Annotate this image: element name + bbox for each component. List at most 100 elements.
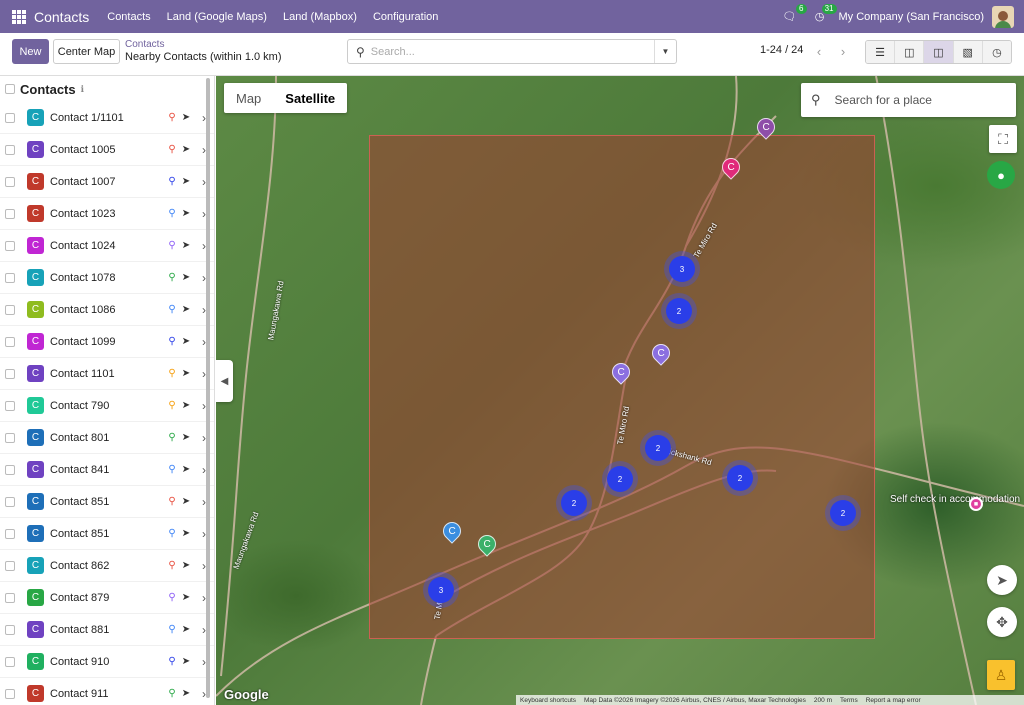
satellite-map[interactable]: Te Miro Rd Te Miro Rd Cruickshank Rd Te … [216,76,1024,705]
chevron-right-icon[interactable]: › [194,527,214,541]
map-pin-icon[interactable]: ⚲ [166,592,178,603]
chevron-right-icon[interactable]: › [194,623,214,637]
map-pin-icon[interactable]: ⚲ [166,432,178,443]
chevron-right-icon[interactable]: › [194,399,214,413]
contact-name[interactable]: Contact 851 [50,528,166,540]
place-label[interactable]: Self check in accommodation [890,494,1020,506]
select-all-checkbox[interactable] [5,84,15,94]
report-error-link[interactable]: Report a map error [866,697,921,704]
row-checkbox[interactable] [5,368,15,379]
contact-name[interactable]: Contact 1/1101 [50,112,166,124]
terms-link[interactable]: Terms [840,697,858,704]
list-view-button[interactable]: ☰ [866,41,896,63]
chevron-right-icon[interactable]: › [194,303,214,317]
row-checkbox[interactable] [5,336,15,347]
navigate-icon[interactable]: ➤ [178,240,194,251]
contact-list-item[interactable]: C Contact 801 ⚲ ➤ › [0,422,214,454]
contact-list-item[interactable]: C Contact 851 ⚲ ➤ › [0,486,214,518]
activities-button[interactable]: ◷ 31 [809,3,837,27]
navigate-icon[interactable]: ➤ [178,688,194,699]
chevron-right-icon[interactable]: › [194,143,214,157]
chevron-right-icon[interactable]: › [194,655,214,669]
contact-list-item[interactable]: C Contact 1024 ⚲ ➤ › [0,230,214,262]
chevron-right-icon[interactable]: › [194,207,214,221]
place-search-input[interactable] [834,93,995,107]
map-pin-icon[interactable]: ⚲ [166,656,178,667]
contact-name[interactable]: Contact 911 [50,688,166,700]
contact-name[interactable]: Contact 862 [50,560,166,572]
lodging-poi-icon[interactable]: ■ [969,497,983,511]
map-pin-icon[interactable]: ⚲ [166,688,178,699]
navigate-icon[interactable]: ➤ [178,560,194,571]
navigate-icon[interactable]: ➤ [178,656,194,667]
search-input[interactable] [370,45,654,58]
contact-name[interactable]: Contact 1007 [50,176,166,188]
navigate-icon[interactable]: ➤ [178,624,194,635]
breadcrumb-contacts-link[interactable]: Contacts [125,38,282,51]
marker-cluster[interactable]: 2 [666,298,692,324]
contact-list-item[interactable]: C Contact 881 ⚲ ➤ › [0,614,214,646]
contact-name[interactable]: Contact 1101 [50,368,166,380]
contact-name[interactable]: Contact 801 [50,432,166,444]
navigate-icon[interactable]: ➤ [178,336,194,347]
pager-previous-button[interactable]: ‹ [809,41,829,61]
map-pin-icon[interactable]: ⚲ [166,336,178,347]
kanban-view-button[interactable]: ◫ [895,41,925,63]
menu-land-google-maps[interactable]: Land (Google Maps) [167,11,267,23]
apps-grid-icon[interactable] [12,9,26,24]
contact-list-item[interactable]: C Contact 1007 ⚲ ➤ › [0,166,214,198]
keyboard-shortcuts-link[interactable]: Keyboard shortcuts [520,697,576,704]
navigate-icon[interactable]: ➤ [178,400,194,411]
sidebar-collapse-button[interactable]: ◀ [216,360,233,402]
contact-list-item[interactable]: C Contact 1086 ⚲ ➤ › [0,294,214,326]
menu-contacts[interactable]: Contacts [107,11,150,23]
row-checkbox[interactable] [5,464,15,475]
marker-cluster[interactable]: 2 [645,435,671,461]
map-type-satellite-button[interactable]: Satellite [273,83,347,113]
marker-cluster[interactable]: 2 [727,465,753,491]
contact-name[interactable]: Contact 1078 [50,272,166,284]
recenter-button[interactable]: ✥ [987,607,1017,637]
map-pin-icon[interactable]: ⚲ [166,400,178,411]
chevron-right-icon[interactable]: › [194,463,214,477]
chevron-right-icon[interactable]: › [194,271,214,285]
chevron-right-icon[interactable]: › [194,111,214,125]
pager-next-button[interactable]: › [833,41,853,61]
contact-name[interactable]: Contact 1099 [50,336,166,348]
contact-list-item[interactable]: C Contact 851 ⚲ ➤ › [0,518,214,550]
navigate-icon[interactable]: ➤ [178,304,194,315]
row-checkbox[interactable] [5,528,15,539]
chevron-right-icon[interactable]: › [194,495,214,509]
google-map-view-button[interactable]: ▧ [953,41,983,63]
contact-list-item[interactable]: C Contact 841 ⚲ ➤ › [0,454,214,486]
map-pin-icon[interactable]: ⚲ [166,272,178,283]
info-icon[interactable]: ℹ [81,84,84,95]
marker-cluster[interactable]: 2 [607,466,633,492]
contact-list-item[interactable]: C Contact 1023 ⚲ ➤ › [0,198,214,230]
navigate-icon[interactable]: ➤ [178,144,194,155]
navigate-icon[interactable]: ➤ [178,176,194,187]
contact-name[interactable]: Contact 1005 [50,144,166,156]
contact-list-item[interactable]: C Contact 1101 ⚲ ➤ › [0,358,214,390]
contact-list-item[interactable]: C Contact 862 ⚲ ➤ › [0,550,214,582]
contact-list-item[interactable]: C Contact 1/1101 ⚲ ➤ › [0,102,214,134]
contact-list-item[interactable]: C Contact 910 ⚲ ➤ › [0,646,214,678]
contact-name[interactable]: Contact 1023 [50,208,166,220]
menu-configuration[interactable]: Configuration [373,11,438,23]
map-pin-icon[interactable]: ⚲ [166,208,178,219]
contact-name[interactable]: Contact 881 [50,624,166,636]
navigate-icon[interactable]: ➤ [178,432,194,443]
fullscreen-button[interactable]: ⛶ [989,125,1017,153]
map-pin-icon[interactable]: ⚲ [166,560,178,571]
contact-list-item[interactable]: C Contact 879 ⚲ ➤ › [0,582,214,614]
chevron-right-icon[interactable]: › [194,175,214,189]
street-view-pegman[interactable]: ♙ [987,660,1015,690]
row-checkbox[interactable] [5,208,15,219]
map-view-button[interactable]: ◫ [924,41,954,63]
map-pin-icon[interactable]: ⚲ [166,144,178,155]
map-pin-icon[interactable]: ⚲ [166,464,178,475]
navigate-icon[interactable]: ➤ [178,368,194,379]
row-checkbox[interactable] [5,592,15,603]
map-pin-icon[interactable]: ⚲ [166,624,178,635]
menu-land-mapbox[interactable]: Land (Mapbox) [283,11,357,23]
